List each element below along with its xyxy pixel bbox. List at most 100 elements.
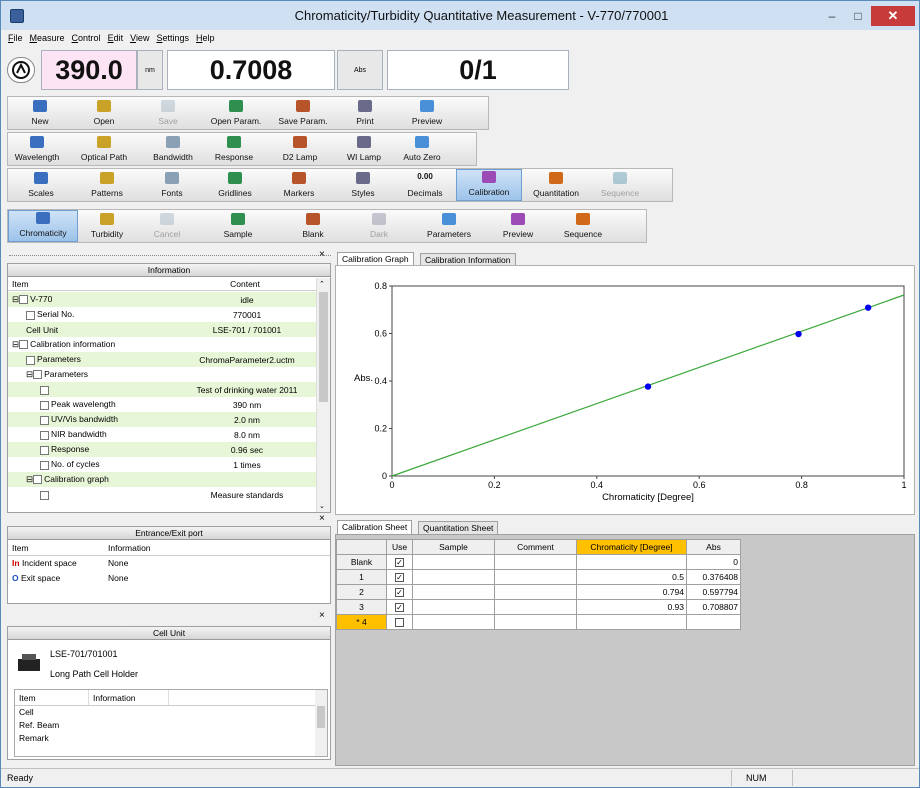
toolbar-button-open-param[interactable]: Open Param. [200, 97, 272, 129]
menu-edit[interactable]: Edit [108, 33, 124, 43]
sheet-header[interactable]: Abs [686, 539, 741, 555]
menu-control[interactable]: Control [72, 33, 101, 43]
toolbar-button-chromaticity[interactable]: Chromaticity [8, 210, 78, 242]
calibration-chart[interactable]: 0 0.2 0.4 0.6 0.8 1 0 0.2 0.4 0.6 0.8 Chromaticity … [336, 266, 914, 514]
info-panel-close-icon[interactable]: × [319, 249, 325, 260]
toolbar-button-sample[interactable]: Sample [198, 210, 278, 242]
sheet-cell-sample[interactable] [412, 614, 495, 630]
sheet-cell-comment[interactable] [494, 614, 577, 630]
toolbar-button-gridlines[interactable]: Gridlines [204, 169, 266, 201]
toolbar-button-save-param[interactable]: Save Param. [272, 97, 334, 129]
menu-settings[interactable]: Settings [156, 33, 189, 43]
info-row[interactable]: ⊟ Parameters [8, 367, 316, 382]
use-checkbox[interactable]: ✓ [395, 558, 404, 568]
sheet-header[interactable]: Sample [412, 539, 495, 555]
toolbar-button-new[interactable]: New [8, 97, 72, 129]
use-checkbox[interactable] [395, 618, 404, 628]
toolbar-button-patterns[interactable]: Patterns [74, 169, 140, 201]
info-row[interactable]: ⊟ Calibration graph [8, 472, 316, 487]
sheet-cell-abs[interactable]: 0.597794 [686, 584, 741, 600]
port-row-exit[interactable]: O Exit space None [8, 571, 330, 586]
toolbar-button-parameters[interactable]: Parameters [410, 210, 488, 242]
toolbar-button-wi-lamp[interactable]: WI Lamp [336, 133, 392, 165]
toolbar-button-dark[interactable]: Dark [348, 210, 410, 242]
info-row[interactable]: ⊟ V-770 idle [8, 292, 316, 307]
toolbar-button-markers[interactable]: Markers [266, 169, 332, 201]
toolbar-button-optical-path[interactable]: Optical Path [66, 133, 142, 165]
sheet-cell-sample[interactable] [412, 554, 495, 570]
sheet-cell-abs[interactable]: 0.708807 [686, 599, 741, 615]
info-row[interactable]: Test of drinking water 2011 [8, 382, 316, 397]
tree-expander-icon[interactable]: ⊟ [26, 474, 33, 484]
tab-calibration-graph[interactable]: Calibration Graph [337, 252, 414, 266]
sheet-row-header[interactable]: 2 [336, 584, 387, 600]
sheet-row-header[interactable]: Blank [336, 554, 387, 570]
sheet-cell-chrom[interactable]: 0.794 [576, 584, 687, 600]
sheet-header[interactable]: Chromaticity [Degree] [576, 539, 687, 555]
info-row[interactable]: Measure standards [8, 487, 316, 502]
toolbar-button-scales[interactable]: Scales [8, 169, 74, 201]
toolbar-button-quantitation[interactable]: Quantitation [522, 169, 590, 201]
info-scrollbar[interactable]: ⌃ ⌄ [316, 278, 330, 512]
port-row-incident[interactable]: In Incident space None [8, 556, 330, 571]
cell-panel-close-icon[interactable]: × [319, 610, 325, 621]
toolbar-button-decimals[interactable]: 0.00 Decimals [394, 169, 456, 201]
toolbar-button-save[interactable]: Save [136, 97, 200, 129]
toolbar-button-calibration[interactable]: Calibration [456, 169, 522, 201]
use-checkbox[interactable]: ✓ [395, 603, 404, 613]
toolbar-button-turbidity[interactable]: Turbidity [78, 210, 136, 242]
sheet-cell-chrom[interactable] [576, 614, 687, 630]
toolbar-button-fonts[interactable]: Fonts [140, 169, 204, 201]
info-row[interactable]: Parameters ChromaParameter2.uctm [8, 352, 316, 367]
info-row[interactable]: No. of cycles 1 times [8, 457, 316, 472]
app-icon[interactable] [10, 8, 24, 23]
sheet-cell-chrom[interactable]: 0.5 [576, 569, 687, 585]
sheet-cell-sample[interactable] [412, 584, 495, 600]
sheet-cell-comment[interactable] [494, 554, 577, 570]
info-row[interactable]: Cell Unit LSE-701 / 701001 [8, 322, 316, 337]
info-panel-grip[interactable] [9, 255, 331, 263]
menu-file[interactable]: File [8, 33, 23, 43]
sheet-row[interactable]: Blank ✓ 0 [336, 554, 741, 570]
info-row[interactable]: NIR bandwidth 8.0 nm [8, 427, 316, 442]
sheet-cell-comment[interactable] [494, 599, 577, 615]
close-button[interactable]: ✕ [871, 5, 915, 26]
sheet-row[interactable]: * 4 [336, 614, 741, 630]
sheet-cell-comment[interactable] [494, 569, 577, 585]
toolbar-button-open[interactable]: Open [72, 97, 136, 129]
toolbar-button-cancel[interactable]: Cancel [136, 210, 198, 242]
toolbar-button-d2-lamp[interactable]: D2 Lamp [264, 133, 336, 165]
info-row[interactable]: UV/Vis bandwidth 2.0 nm [8, 412, 316, 427]
menu-help[interactable]: Help [196, 33, 215, 43]
sheet-cell-sample[interactable] [412, 599, 495, 615]
use-checkbox[interactable]: ✓ [395, 573, 404, 583]
tree-expander-icon[interactable]: ⊟ [12, 294, 19, 304]
sheet-cell-chrom[interactable]: 0.93 [576, 599, 687, 615]
info-scroll-thumb[interactable] [319, 292, 328, 402]
menu-view[interactable]: View [130, 33, 149, 43]
sheet-cell-sample[interactable] [412, 569, 495, 585]
info-row[interactable]: Peak wavelength 390 nm [8, 397, 316, 412]
toolbar-button-sequence[interactable]: Sequence [548, 210, 618, 242]
tab-quantitation-sheet[interactable]: Quantitation Sheet [418, 521, 499, 534]
toolbar-button-response[interactable]: Response [204, 133, 264, 165]
sheet-cell-abs[interactable] [686, 614, 741, 630]
sheet-cell-abs[interactable]: 0 [686, 554, 741, 570]
toolbar-button-auto-zero[interactable]: Auto Zero [392, 133, 452, 165]
tree-expander-icon[interactable]: ⊟ [12, 339, 19, 349]
sheet-row-header[interactable]: 3 [336, 599, 387, 615]
toolbar-button-print[interactable]: Print [334, 97, 396, 129]
port-panel-close-icon[interactable]: × [319, 513, 325, 524]
toolbar-button-preview[interactable]: Preview [488, 210, 548, 242]
toolbar-button-preview[interactable]: Preview [396, 97, 458, 129]
sheet-header[interactable]: Use [386, 539, 413, 555]
info-row[interactable]: Serial No. 770001 [8, 307, 316, 322]
tree-expander-icon[interactable]: ⊟ [26, 369, 33, 379]
use-checkbox[interactable]: ✓ [395, 588, 404, 598]
info-row[interactable]: Response 0.96 sec [8, 442, 316, 457]
maximize-button[interactable]: □ [845, 6, 871, 26]
sheet-row-header[interactable]: * 4 [336, 614, 387, 630]
toolbar-button-wavelength[interactable]: Wavelength [8, 133, 66, 165]
sheet-row[interactable]: 3 ✓ 0.93 0.708807 [336, 599, 741, 615]
sheet-cell-abs[interactable]: 0.376408 [686, 569, 741, 585]
